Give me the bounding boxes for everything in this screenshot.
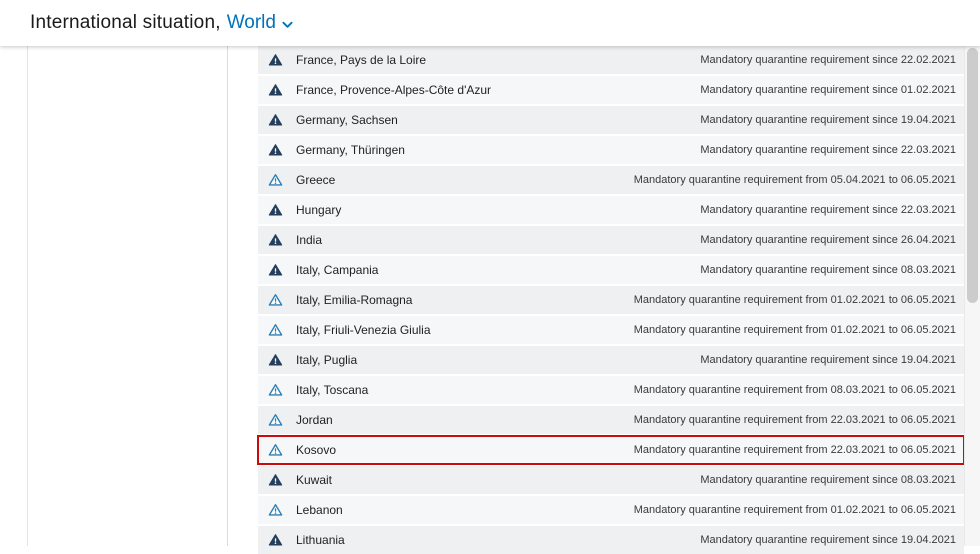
status-text: Mandatory quarantine requirement since 0… — [700, 264, 956, 276]
status-text: Mandatory quarantine requirement since 2… — [700, 234, 956, 246]
warning-icon — [268, 293, 283, 308]
status-text: Mandatory quarantine requirement since 1… — [700, 354, 956, 366]
country-name: Germany, Sachsen — [296, 113, 398, 127]
warning-icon — [268, 83, 283, 98]
sidebar-panel — [27, 46, 228, 546]
warning-icon — [268, 473, 283, 488]
list-item[interactable]: Jordan Mandatory quarantine requirement … — [258, 406, 964, 434]
warning-icon — [268, 383, 283, 398]
warning-icon — [268, 503, 283, 518]
country-name: Italy, Campania — [296, 263, 379, 277]
country-list: France, Pays de la Loire Mandatory quara… — [257, 46, 965, 554]
list-item[interactable]: Italy, Emilia-Romagna Mandatory quaranti… — [258, 286, 964, 314]
country-name: France, Provence-Alpes-Côte d'Azur — [296, 83, 492, 97]
warning-icon — [268, 233, 283, 248]
status-text: Mandatory quarantine requirement since 1… — [700, 534, 956, 546]
country-name: Italy, Friuli-Venezia Giulia — [296, 323, 431, 337]
status-text: Mandatory quarantine requirement since 0… — [700, 474, 956, 486]
status-text: Mandatory quarantine requirement from 22… — [633, 414, 956, 426]
warning-icon — [268, 143, 283, 158]
country-name: Hungary — [296, 203, 342, 217]
status-text: Mandatory quarantine requirement from 01… — [633, 324, 956, 336]
status-text: Mandatory quarantine requirement from 01… — [633, 504, 956, 516]
list-item[interactable]: Hungary Mandatory quarantine requirement… — [258, 196, 964, 224]
list-item[interactable]: Italy, Friuli-Venezia Giulia Mandatory q… — [258, 316, 964, 344]
warning-icon — [268, 173, 283, 188]
status-text: Mandatory quarantine requirement from 05… — [633, 174, 956, 186]
status-text: Mandatory quarantine requirement since 2… — [700, 204, 956, 216]
list-item[interactable]: Greece Mandatory quarantine requirement … — [258, 166, 964, 194]
list-item[interactable]: France, Pays de la Loire Mandatory quara… — [258, 46, 964, 74]
warning-icon — [268, 323, 283, 338]
country-name: France, Pays de la Loire — [296, 53, 427, 67]
warning-icon — [268, 353, 283, 368]
list-item[interactable]: Kosovo Mandatory quarantine requirement … — [257, 435, 965, 465]
status-text: Mandatory quarantine requirement since 1… — [700, 114, 956, 126]
warning-icon — [268, 263, 283, 278]
status-text: Mandatory quarantine requirement from 01… — [633, 294, 956, 306]
country-name: India — [296, 233, 323, 247]
status-text: Mandatory quarantine requirement since 0… — [700, 84, 956, 96]
list-item[interactable]: Italy, Toscana Mandatory quarantine requ… — [258, 376, 964, 404]
country-name: Italy, Puglia — [296, 353, 358, 367]
list-item[interactable]: Lithuania Mandatory quarantine requireme… — [258, 526, 964, 554]
list-item[interactable]: Germany, Sachsen Mandatory quarantine re… — [258, 106, 964, 134]
country-name: Italy, Emilia-Romagna — [296, 293, 413, 307]
country-name: Kosovo — [296, 443, 337, 457]
chevron-down-icon — [282, 21, 293, 28]
country-name: Greece — [296, 173, 336, 187]
list-item[interactable]: Italy, Campania Mandatory quarantine req… — [258, 256, 964, 284]
list-item[interactable]: Lebanon Mandatory quarantine requirement… — [258, 496, 964, 524]
warning-icon — [268, 53, 283, 68]
warning-icon — [268, 203, 283, 218]
region-selector-label: World — [226, 12, 276, 33]
scrollbar-thumb[interactable] — [967, 48, 978, 303]
country-name: Lebanon — [296, 503, 343, 517]
page-header: International situation, World — [0, 0, 980, 46]
region-selector[interactable]: World — [227, 12, 293, 34]
country-name: Kuwait — [296, 473, 333, 487]
country-name: Germany, Thüringen — [296, 143, 405, 157]
country-name: Lithuania — [296, 533, 345, 547]
list-item[interactable]: France, Provence-Alpes-Côte d'Azur Manda… — [258, 76, 964, 104]
warning-icon — [268, 113, 283, 128]
list-item[interactable]: Kuwait Mandatory quarantine requirement … — [258, 466, 964, 494]
status-text: Mandatory quarantine requirement from 08… — [633, 384, 956, 396]
list-item[interactable]: Italy, Puglia Mandatory quarantine requi… — [258, 346, 964, 374]
page-title: International situation, — [30, 12, 221, 33]
country-name: Italy, Toscana — [296, 383, 369, 397]
warning-icon — [268, 413, 283, 428]
scrollbar[interactable] — [964, 46, 980, 546]
status-text: Mandatory quarantine requirement since 2… — [700, 54, 956, 66]
warning-icon — [268, 443, 283, 458]
list-item[interactable]: Germany, Thüringen Mandatory quarantine … — [258, 136, 964, 164]
list-item[interactable]: India Mandatory quarantine requirement s… — [258, 226, 964, 254]
country-name: Jordan — [296, 413, 333, 427]
warning-icon — [268, 533, 283, 548]
status-text: Mandatory quarantine requirement since 2… — [700, 144, 956, 156]
status-text: Mandatory quarantine requirement from 22… — [633, 444, 956, 456]
